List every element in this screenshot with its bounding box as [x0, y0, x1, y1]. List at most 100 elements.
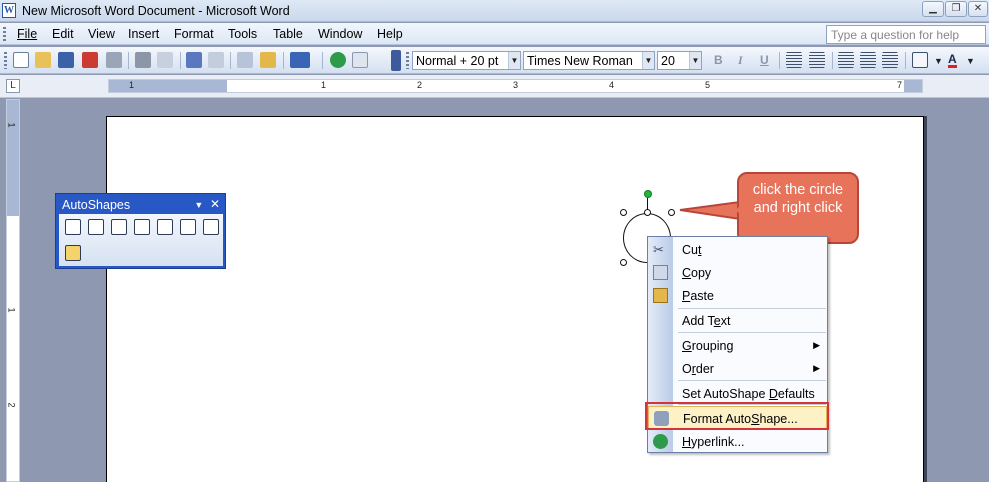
close-icon: ✕ — [973, 3, 983, 14]
connectors-icon[interactable] — [88, 219, 104, 235]
font-size-value: 20 — [661, 54, 675, 68]
more-autoshapes-icon[interactable] — [65, 245, 81, 261]
bullets-icon[interactable] — [860, 52, 876, 68]
copy-icon[interactable] — [237, 52, 253, 68]
menu-item-cut[interactable]: ✂ Cut — [648, 238, 827, 261]
menu-table[interactable]: Table — [273, 27, 303, 41]
toolbar-grip[interactable] — [4, 52, 7, 69]
resize-handle[interactable] — [668, 209, 675, 216]
ruler-bar: L 1 1 2 3 4 5 7 — [0, 75, 989, 98]
menu-item-paste[interactable]: Paste — [648, 284, 827, 307]
menu-item-copy[interactable]: Copy — [648, 261, 827, 284]
menu-item-order[interactable]: Order ▶ — [648, 357, 827, 380]
rotation-handle[interactable] — [644, 190, 652, 198]
chevron-down-icon: ▼ — [508, 52, 520, 69]
ruler-number: 4 — [609, 80, 615, 90]
menu-file[interactable]: File — [17, 27, 37, 41]
word-app-icon[interactable]: W — [2, 3, 16, 18]
new-document-icon[interactable] — [13, 52, 29, 68]
menu-bar-grip[interactable] — [3, 27, 6, 41]
basic-shapes-icon[interactable] — [111, 219, 127, 235]
left-margin-area — [109, 80, 227, 92]
italic-button[interactable]: I — [738, 53, 743, 68]
instruction-callout: click the circle and right click — [737, 172, 859, 244]
underline-button[interactable]: U — [760, 53, 769, 67]
font-size-select[interactable]: 20 ▼ — [657, 51, 702, 70]
globe-link-icon — [653, 434, 668, 449]
autoshapes-title-bar[interactable]: AutoShapes ▼ ✕ — [59, 197, 222, 213]
print-icon[interactable] — [106, 52, 122, 68]
chevron-down-icon[interactable]: ▼ — [194, 200, 203, 210]
spelling-icon[interactable] — [186, 52, 202, 68]
menu-item-label: Hyperlink... — [682, 435, 745, 449]
menu-item-grouping[interactable]: Grouping ▶ — [648, 334, 827, 357]
minimize-button[interactable]: ▁ — [922, 1, 944, 17]
chevron-down-icon[interactable]: ▼ — [934, 56, 943, 66]
borders-icon[interactable] — [912, 52, 928, 68]
vertical-ruler[interactable]: 1 1 2 — [6, 99, 20, 482]
lines-icon[interactable] — [65, 219, 81, 235]
resize-handle[interactable] — [620, 259, 627, 266]
toolbar-separator — [779, 52, 780, 69]
submenu-arrow-icon: ▶ — [813, 363, 820, 373]
table-icon[interactable] — [352, 52, 368, 68]
chevron-down-icon[interactable]: ▼ — [966, 56, 975, 66]
horizontal-ruler[interactable]: 1 1 2 3 4 5 7 — [108, 79, 923, 93]
resize-handle[interactable] — [620, 209, 627, 216]
open-folder-icon[interactable] — [35, 52, 51, 68]
ruler-number: 2 — [417, 80, 423, 90]
formatting-toolbar-grip[interactable] — [406, 52, 409, 69]
toolbar-separator — [905, 52, 906, 69]
font-select[interactable]: Times New Roman ▼ — [523, 51, 655, 70]
menu-item-label: Grouping — [682, 339, 734, 353]
help-search-input[interactable]: Type a question for help — [826, 25, 986, 44]
toolbar-options-icon[interactable] — [391, 50, 401, 71]
toolbar-separator — [832, 52, 833, 69]
decrease-indent-icon[interactable] — [882, 52, 898, 68]
print-preview-icon[interactable] — [135, 52, 151, 68]
menu-format[interactable]: Format — [174, 27, 214, 41]
menu-help[interactable]: Help — [377, 27, 403, 41]
menu-item-label: Paste — [682, 289, 714, 303]
menu-item-label: Cut — [682, 243, 702, 257]
undo-icon[interactable] — [290, 52, 310, 68]
close-icon[interactable]: ✕ — [210, 197, 220, 211]
tab-selector[interactable]: L — [6, 79, 20, 93]
menu-edit[interactable]: Edit — [52, 27, 74, 41]
permission-icon[interactable] — [82, 52, 98, 68]
research-book-icon[interactable] — [208, 52, 224, 68]
align-left-icon[interactable] — [786, 52, 802, 68]
research-icon[interactable] — [157, 52, 173, 68]
hyperlink-icon[interactable] — [330, 52, 346, 68]
menu-view[interactable]: View — [88, 27, 115, 41]
align-center-icon[interactable] — [809, 52, 825, 68]
stars-banners-icon[interactable] — [180, 219, 196, 235]
resize-handle[interactable] — [644, 209, 651, 216]
ruler-number: 7 — [897, 80, 903, 90]
block-arrows-icon[interactable] — [134, 219, 150, 235]
font-value: Times New Roman — [527, 54, 633, 68]
toolbar-separator — [283, 52, 284, 69]
style-select[interactable]: Normal + 20 pt ▼ — [412, 51, 521, 70]
toolbar-separator — [180, 52, 181, 69]
close-button[interactable]: ✕ — [968, 1, 988, 17]
restore-button[interactable]: ❐ — [945, 1, 967, 17]
menu-window[interactable]: Window — [318, 27, 362, 41]
chevron-down-icon: ▼ — [642, 52, 654, 69]
menu-item-add-text[interactable]: Add Text — [648, 309, 827, 332]
menu-item-hyperlink[interactable]: Hyperlink... — [648, 430, 827, 453]
font-color-button[interactable]: A — [948, 53, 957, 68]
callouts-icon[interactable] — [203, 219, 219, 235]
menu-item-label: Copy — [682, 266, 712, 280]
menu-item-label: Set AutoShape Defaults — [682, 387, 815, 401]
paste-icon[interactable] — [260, 52, 276, 68]
menu-separator — [678, 332, 826, 333]
bold-button[interactable]: B — [714, 53, 723, 67]
numbering-icon[interactable] — [838, 52, 854, 68]
menu-insert[interactable]: Insert — [128, 27, 159, 41]
save-icon[interactable] — [58, 52, 74, 68]
menu-item-label: Order — [682, 362, 714, 376]
flowchart-icon[interactable] — [157, 219, 173, 235]
title-bar: W New Microsoft Word Document - Microsof… — [0, 0, 989, 22]
menu-tools[interactable]: Tools — [228, 27, 257, 41]
